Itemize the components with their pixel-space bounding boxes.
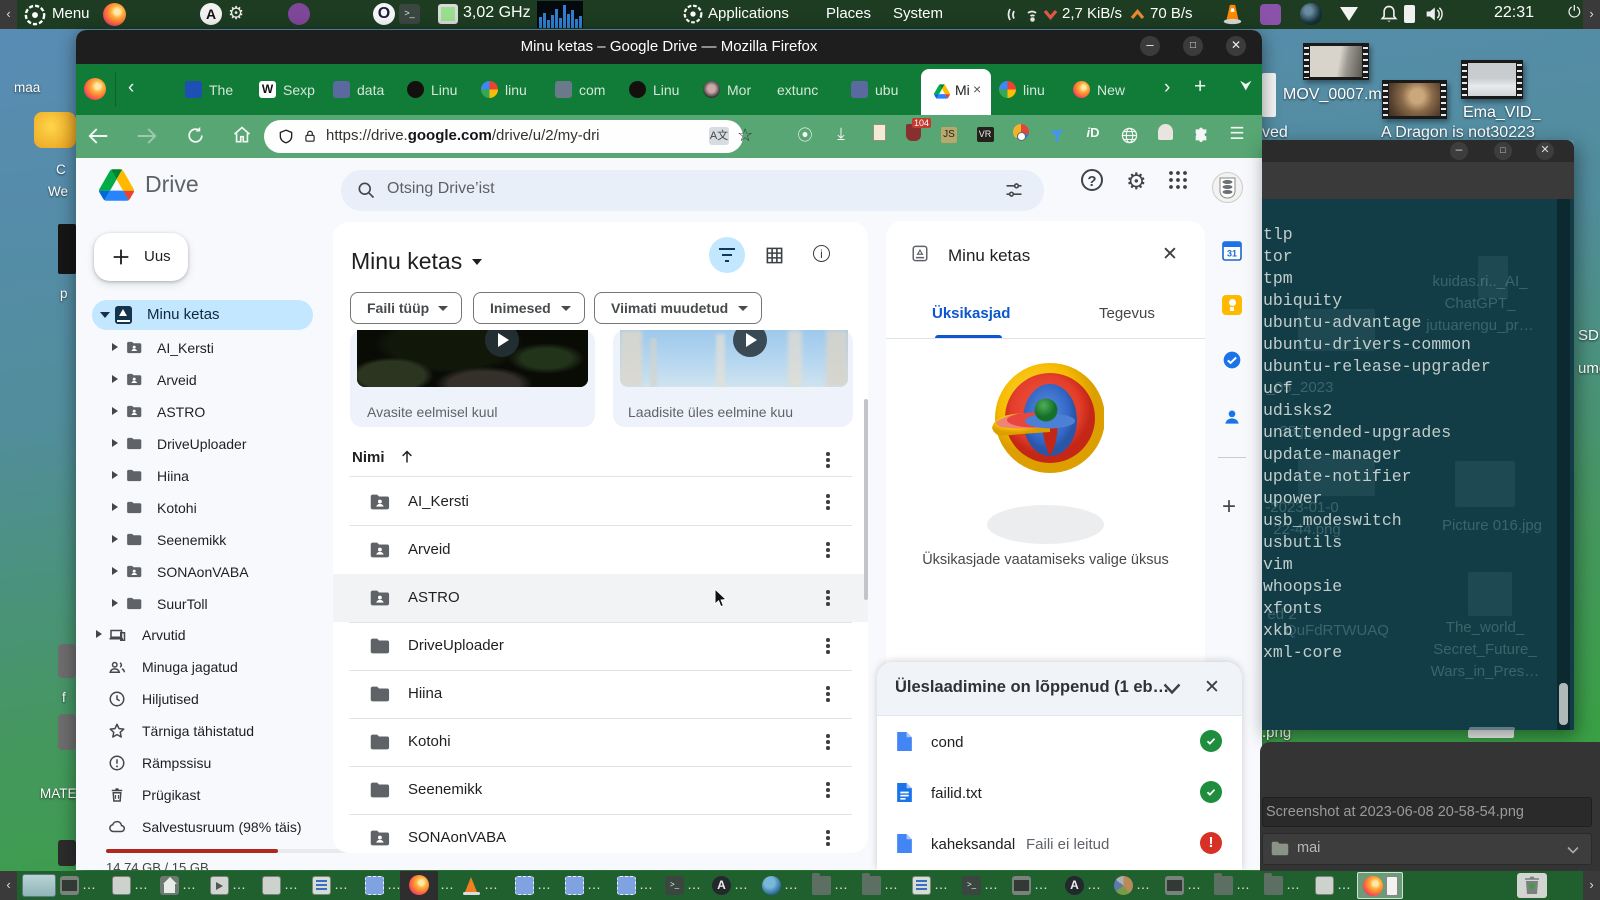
svg-text:31: 31	[1227, 249, 1237, 259]
